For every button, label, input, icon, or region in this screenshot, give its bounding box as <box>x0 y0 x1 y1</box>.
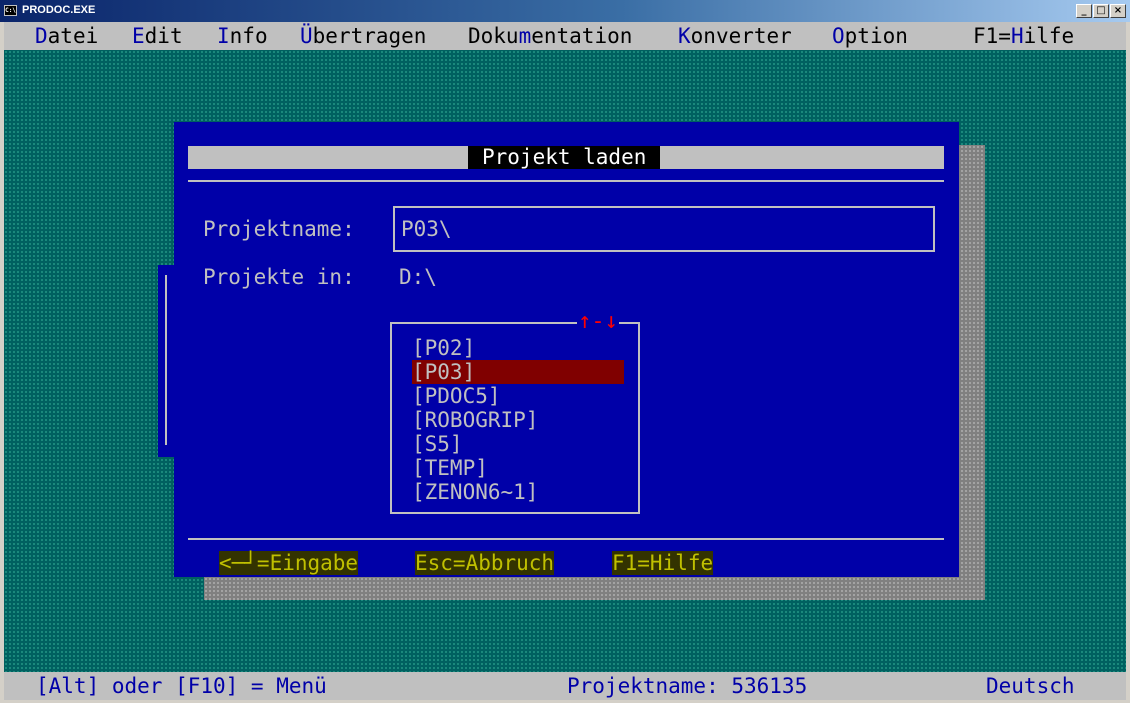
projektname-input[interactable]: P03\ <box>393 206 935 252</box>
menu-dokumentation-hotkey: m <box>518 24 532 48</box>
menu-konverter-hotkey: K <box>678 24 691 48</box>
dialog-titlebar: Projekt laden <box>188 146 944 169</box>
close-button[interactable]: × <box>1110 4 1126 18</box>
menu-datei-hotkey: D <box>35 24 48 48</box>
menu-option[interactable]: Option <box>832 22 908 50</box>
menu-edit[interactable]: Edit <box>132 22 183 50</box>
dialog-divider-top <box>188 180 944 182</box>
menu-uebertragen-hotkey: Ü <box>300 24 313 48</box>
menu-uebertragen[interactable]: Übertragen <box>300 22 426 50</box>
current-project-status: Projektname: 536135 <box>567 674 808 698</box>
menu-info-hotkey: I <box>217 24 230 48</box>
menu-hilfe-hotkey: H <box>1010 24 1024 48</box>
window-title: PRODOC.EXE <box>22 4 96 16</box>
list-item[interactable]: [ROBOGRIP] <box>412 408 624 432</box>
list-item[interactable]: [PDOC5] <box>412 384 624 408</box>
escape-hint-button[interactable]: Esc=Abbruch <box>415 551 555 575</box>
language-status: Deutsch <box>986 674 1075 698</box>
projekt-laden-dialog: Projekt laden Projektname: P03\ Projekte… <box>174 122 959 577</box>
dos-console-icon[interactable]: C:\ <box>4 5 17 16</box>
menu-konverter[interactable]: Konverter <box>678 22 792 50</box>
statusbar: [Alt] oder [F10] = Menü Projektname: 536… <box>4 672 1126 700</box>
menu-edit-hotkey: E <box>132 24 145 48</box>
console-area: Datei Edit Info Übertragen Dokumentation… <box>4 22 1126 700</box>
menu-hilfe[interactable]: F1=Hilfe <box>973 22 1074 50</box>
menu-option-hotkey: O <box>832 24 845 48</box>
list-item[interactable]: [P02] <box>412 336 624 360</box>
scroll-arrows-icon[interactable]: ↑-↓ <box>577 308 619 336</box>
list-item[interactable]: [S5] <box>412 432 624 456</box>
enter-hint-button[interactable]: <─┘=Eingabe <box>219 551 359 575</box>
dialog-title: Projekt laden <box>468 146 661 169</box>
background-window-border <box>165 275 167 445</box>
list-item-selected[interactable]: [P03] <box>412 360 624 384</box>
projekte-in-label: Projekte in: <box>203 265 355 289</box>
dialog-divider-bottom <box>188 538 944 540</box>
project-list: [P02] [P03] [PDOC5] [ROBOGRIP] [S5] [TEMP] [ZE… <box>412 336 624 504</box>
projektname-label: Projektname: <box>203 217 355 241</box>
minimize-button[interactable]: _ <box>1076 4 1092 18</box>
projekte-in-path: D:\ <box>399 265 437 289</box>
menu-shortcut-hint: [Alt] oder [F10] = Menü <box>36 674 327 698</box>
window-titlebar[interactable]: C:\ PRODOC.EXE _ □ × <box>0 0 1130 22</box>
menubar: Datei Edit Info Übertragen Dokumentation… <box>4 22 1126 50</box>
menu-datei[interactable]: Datei <box>35 22 98 50</box>
menu-info[interactable]: Info <box>217 22 268 50</box>
maximize-button[interactable]: □ <box>1093 4 1109 18</box>
list-item[interactable]: [ZENON6~1] <box>412 480 624 504</box>
list-item[interactable]: [TEMP] <box>412 456 624 480</box>
help-hint-button[interactable]: F1=Hilfe <box>612 551 714 575</box>
menu-dokumentation[interactable]: Dokumentation <box>468 22 632 50</box>
project-listbox[interactable]: [P02] [P03] [PDOC5] [ROBOGRIP] [S5] [TEMP] [ZE… <box>390 322 640 514</box>
